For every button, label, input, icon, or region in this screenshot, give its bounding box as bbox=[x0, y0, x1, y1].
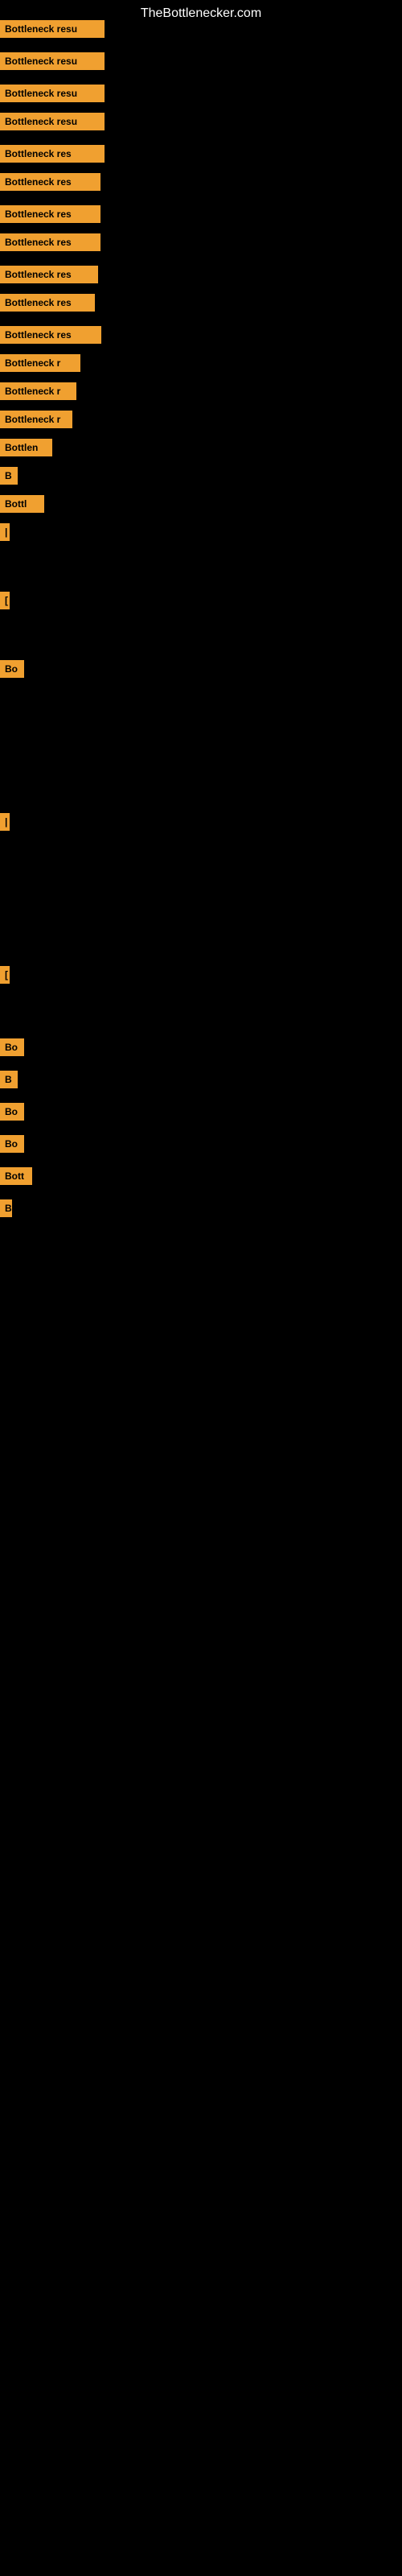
bottleneck-item-17[interactable]: Bottl bbox=[0, 495, 44, 513]
bottleneck-item-10[interactable]: Bottleneck res bbox=[0, 294, 95, 312]
bottleneck-item-12[interactable]: Bottleneck r bbox=[0, 354, 80, 372]
bottleneck-item-20[interactable]: Bo bbox=[0, 660, 24, 678]
bottleneck-item-21[interactable]: | bbox=[0, 813, 10, 831]
bottleneck-item-19[interactable]: [ bbox=[0, 592, 10, 609]
bottleneck-item-13[interactable]: Bottleneck r bbox=[0, 382, 76, 400]
bottleneck-item-2[interactable]: Bottleneck resu bbox=[0, 52, 105, 70]
bottleneck-item-3[interactable]: Bottleneck resu bbox=[0, 85, 105, 102]
bottleneck-item-15[interactable]: Bottlen bbox=[0, 439, 52, 456]
bottleneck-item-25[interactable]: Bo bbox=[0, 1103, 24, 1121]
bottleneck-item-4[interactable]: Bottleneck resu bbox=[0, 113, 105, 130]
bottleneck-item-18[interactable]: | bbox=[0, 523, 10, 541]
bottleneck-item-16[interactable]: B bbox=[0, 467, 18, 485]
bottleneck-item-8[interactable]: Bottleneck res bbox=[0, 233, 100, 251]
bottleneck-item-9[interactable]: Bottleneck res bbox=[0, 266, 98, 283]
bottleneck-item-6[interactable]: Bottleneck res bbox=[0, 173, 100, 191]
bottleneck-item-23[interactable]: Bo bbox=[0, 1038, 24, 1056]
bottleneck-item-14[interactable]: Bottleneck r bbox=[0, 411, 72, 428]
bottleneck-item-26[interactable]: Bo bbox=[0, 1135, 24, 1153]
bottleneck-item-24[interactable]: B bbox=[0, 1071, 18, 1088]
bottleneck-item-7[interactable]: Bottleneck res bbox=[0, 205, 100, 223]
bottleneck-item-1[interactable]: Bottleneck resu bbox=[0, 20, 105, 38]
bottleneck-item-11[interactable]: Bottleneck res bbox=[0, 326, 101, 344]
bottleneck-item-5[interactable]: Bottleneck res bbox=[0, 145, 105, 163]
bottleneck-item-22[interactable]: [ bbox=[0, 966, 10, 984]
bottleneck-item-27[interactable]: Bott bbox=[0, 1167, 32, 1185]
bottleneck-item-28[interactable]: B bbox=[0, 1199, 12, 1217]
